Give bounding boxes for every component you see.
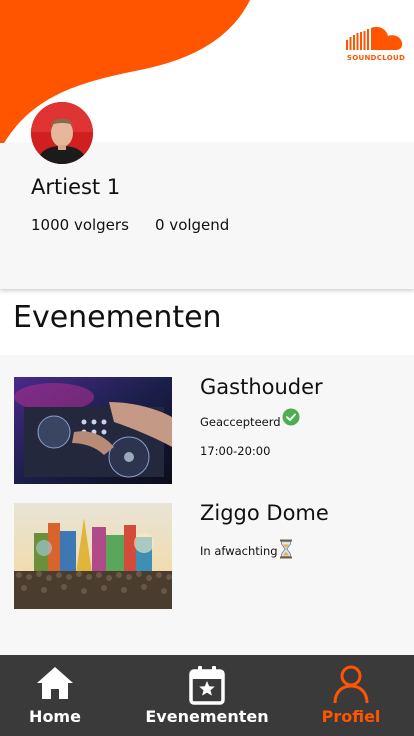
event-title: Gasthouder [200,375,323,399]
followers-count[interactable]: 1000 volgers [31,216,129,234]
nav-evenementen[interactable]: Evenementen [142,655,272,736]
nav-label-evenementen: Evenementen [145,707,269,726]
user-icon [332,665,370,709]
nav-label-profiel: Profiel [321,707,381,726]
event-item-gasthouder[interactable]: Gasthouder Geaccepteerd 17:00-20:00 [0,375,414,485]
event-status: Geaccepteerd [200,408,300,429]
profile-card: Artiest 1 1000 volgers 0 volgend [0,143,414,289]
event-title: Ziggo Dome [200,501,329,525]
avatar-photo [31,102,93,164]
artist-name: Artiest 1 [31,175,121,199]
calendar-star-icon [187,665,227,709]
event-image-dj-mixer [14,377,172,484]
avatar[interactable] [31,102,93,164]
event-status-text: In afwachting [200,543,278,558]
event-image-festival-crowd [14,503,172,610]
following-count[interactable]: 0 volgend [155,216,229,234]
event-status: In afwachting [200,539,293,562]
hourglass-icon [279,539,293,562]
nav-home[interactable]: Home [10,655,100,736]
soundcloud-logo: SOUNDCLOUD [346,24,406,64]
nav-profiel[interactable]: Profiel [310,655,392,736]
event-item-ziggo-dome[interactable]: Ziggo Dome In afwachting [0,501,414,611]
logo-text: SOUNDCLOUD [346,54,406,62]
events-section-title: Evenementen [13,300,222,335]
event-time: 17:00-20:00 [200,444,271,458]
home-icon [35,665,75,705]
soundcloud-cloud-icon [346,26,403,50]
nav-label-home: Home [29,707,81,726]
events-list: Gasthouder Geaccepteerd 17:00-20:00 Zigg… [0,355,414,655]
bottom-nav: Home Evenementen Profiel [0,655,414,736]
check-circle-icon [282,408,300,429]
event-status-text: Geaccepteerd [200,415,281,429]
